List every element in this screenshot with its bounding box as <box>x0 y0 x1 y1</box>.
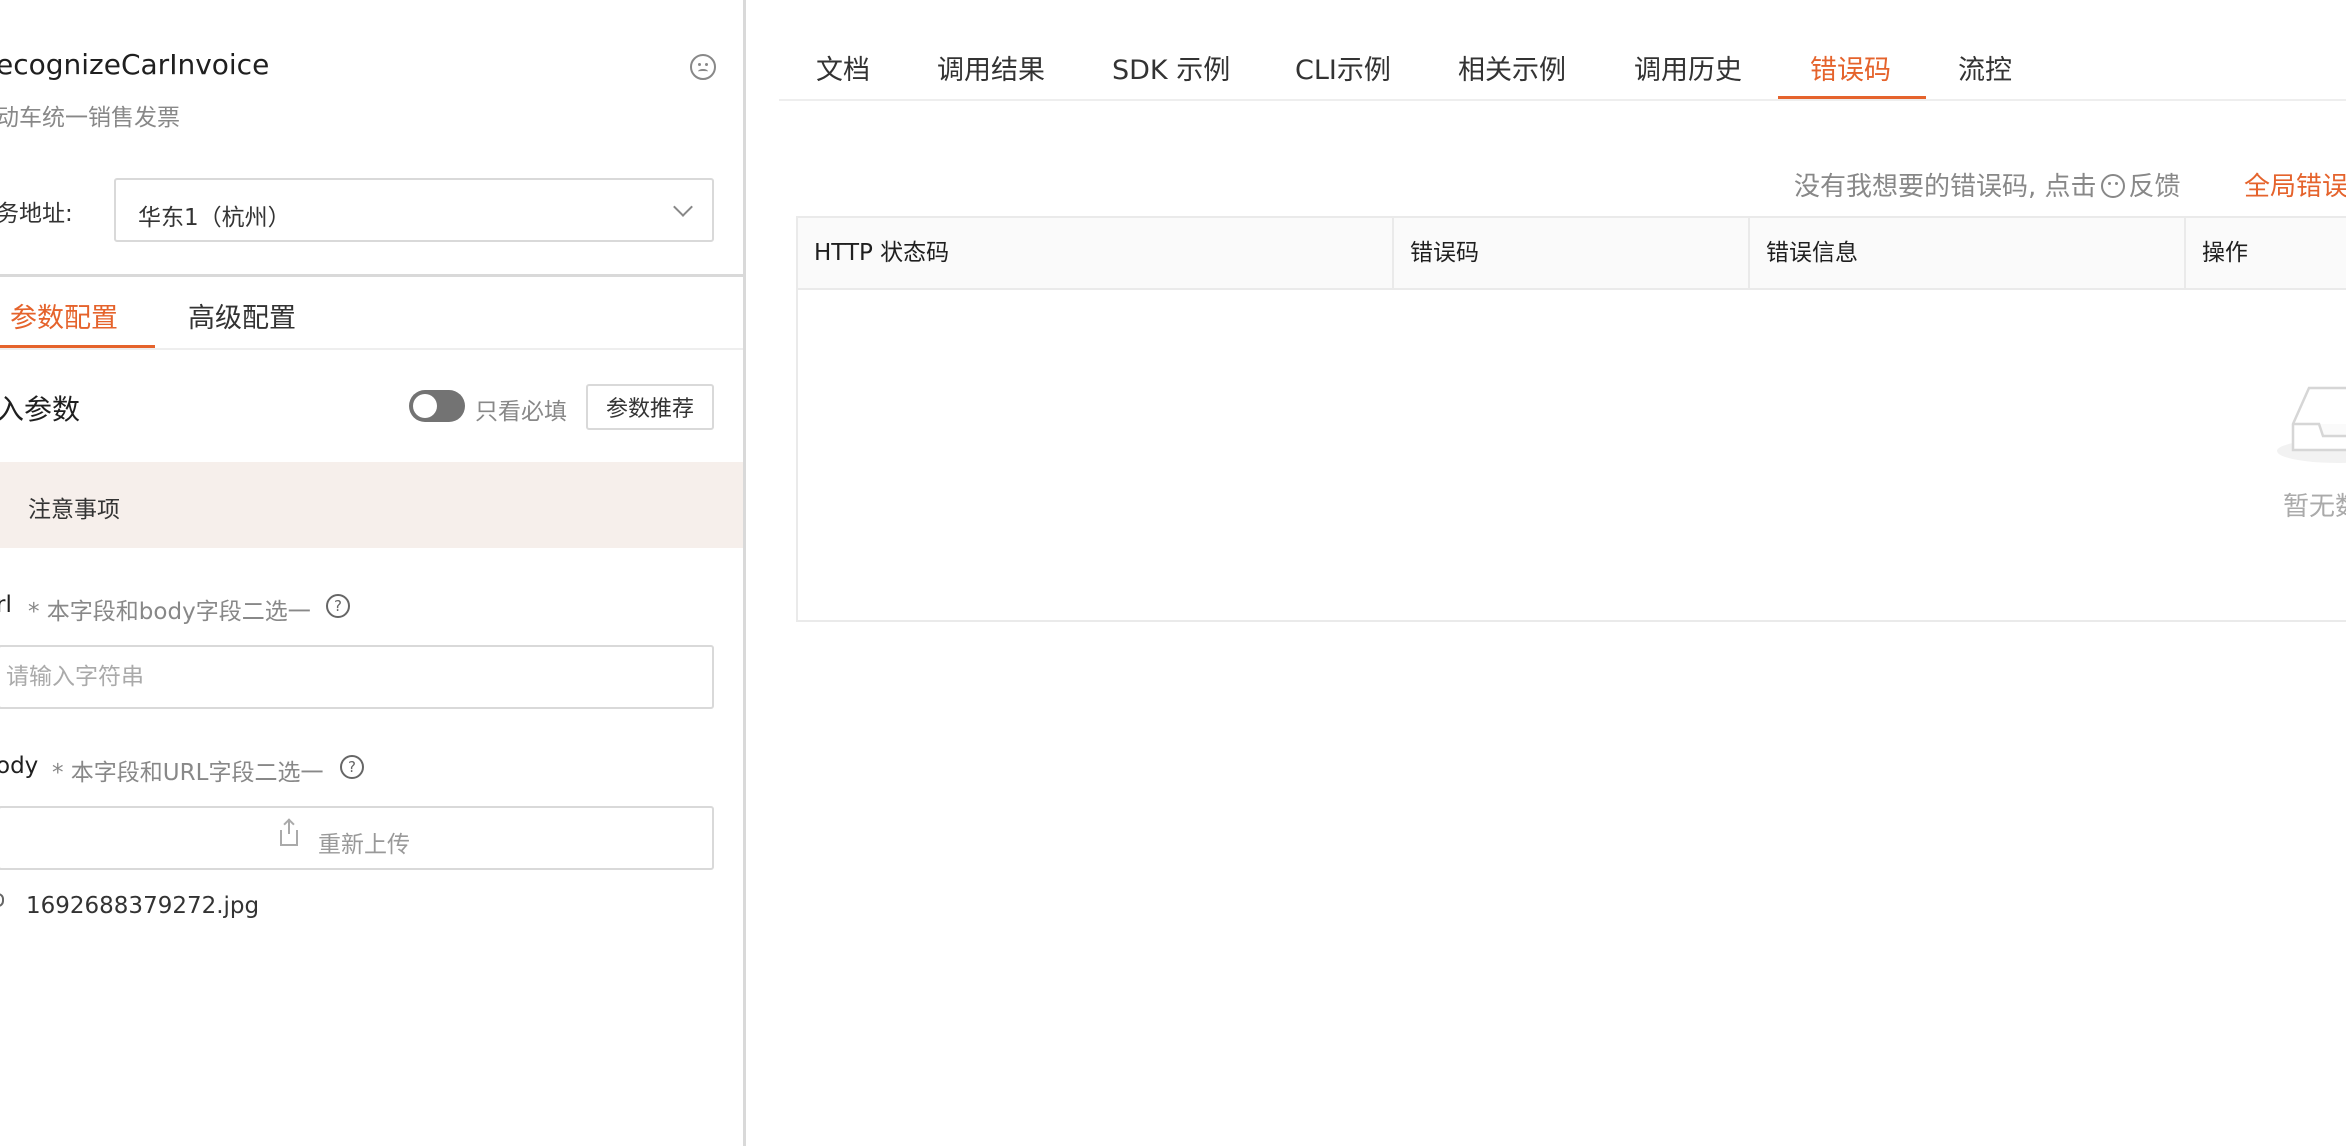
divider <box>0 348 743 350</box>
chevron-down-icon <box>673 197 693 217</box>
column-header-http-status: HTTP 状态码 <box>798 218 1394 288</box>
url-field-name: rl <box>0 592 12 618</box>
reupload-label: 重新上传 <box>318 832 410 858</box>
reupload-button[interactable]: 重新上传 <box>0 806 714 870</box>
tab-sdk-example[interactable]: SDK 示例 <box>1112 48 1230 87</box>
global-error-codes-link[interactable]: 全局错误 <box>2244 166 2346 203</box>
uploaded-file-name[interactable]: 1692688379272.jpg <box>26 893 259 919</box>
tab-error-codes[interactable]: 错误码 <box>1810 48 1891 87</box>
tab-param-config[interactable]: 参数配置 <box>10 296 118 335</box>
divider <box>0 274 743 277</box>
api-config-panel: ecognizeCarInvoice 动车统一销售发票 务地址: 华东1（杭州）… <box>0 0 746 1146</box>
tab-related-examples[interactable]: 相关示例 <box>1458 48 1566 87</box>
feedback-link[interactable]: 反馈 <box>2129 172 2181 202</box>
table-header: HTTP 状态码 错误码 错误信息 操作 <box>798 218 2346 290</box>
url-field-hint: * 本字段和body字段二选一 <box>28 599 311 625</box>
param-recommend-button[interactable]: 参数推荐 <box>586 384 714 430</box>
url-input[interactable] <box>0 645 714 709</box>
service-address-select[interactable]: 华东1（杭州） <box>114 178 714 242</box>
required-only-toggle[interactable] <box>409 390 465 422</box>
upload-icon <box>280 820 298 846</box>
result-panel: 文档 调用结果 SDK 示例 CLI示例 相关示例 调用历史 错误码 流控 没有… <box>749 0 2346 1146</box>
tab-cli-example[interactable]: CLI示例 <box>1295 48 1391 87</box>
missing-code-hint: 没有我想要的错误码, 点击 反馈 <box>1794 166 2181 203</box>
tab-advanced-config[interactable]: 高级配置 <box>188 296 296 335</box>
api-title: ecognizeCarInvoice <box>0 48 270 81</box>
column-header-action: 操作 <box>2202 240 2248 266</box>
service-address-value: 华东1（杭州） <box>138 205 291 231</box>
tab-flow-control[interactable]: 流控 <box>1958 48 2012 87</box>
column-header-error-code: 错误码 <box>1394 218 1750 288</box>
body-field-hint: * 本字段和URL字段二选一 <box>52 760 324 786</box>
api-subtitle: 动车统一销售发票 <box>0 105 180 131</box>
body-field-name: ody <box>0 753 39 779</box>
empty-inbox-icon <box>2277 386 2346 463</box>
service-address-label: 务地址: <box>0 201 73 227</box>
hint-prefix: 没有我想要的错误码, 点击 <box>1794 172 2097 202</box>
help-circle-icon[interactable]: ? <box>326 594 350 618</box>
tab-call-result[interactable]: 调用结果 <box>937 48 1045 87</box>
notice-label: 注意事项 <box>28 497 120 523</box>
divider <box>779 99 2346 101</box>
column-header-error-message: 错误信息 <box>1750 218 2186 288</box>
empty-state-text: 暂无数据 <box>2283 492 2346 522</box>
tab-call-history[interactable]: 调用历史 <box>1634 48 1742 87</box>
help-circle-icon[interactable]: ? <box>340 755 364 779</box>
tab-docs[interactable]: 文档 <box>816 48 870 87</box>
feedback-face-icon[interactable] <box>690 54 716 80</box>
input-params-title: 入参数 <box>0 393 81 426</box>
feedback-face-icon[interactable] <box>2100 174 2125 198</box>
notice-panel[interactable]: 注意事项 <box>0 462 743 548</box>
attachment-icon <box>0 893 4 907</box>
error-codes-table: HTTP 状态码 错误码 错误信息 操作 <box>796 216 2346 622</box>
required-only-label: 只看必填 <box>475 399 567 425</box>
